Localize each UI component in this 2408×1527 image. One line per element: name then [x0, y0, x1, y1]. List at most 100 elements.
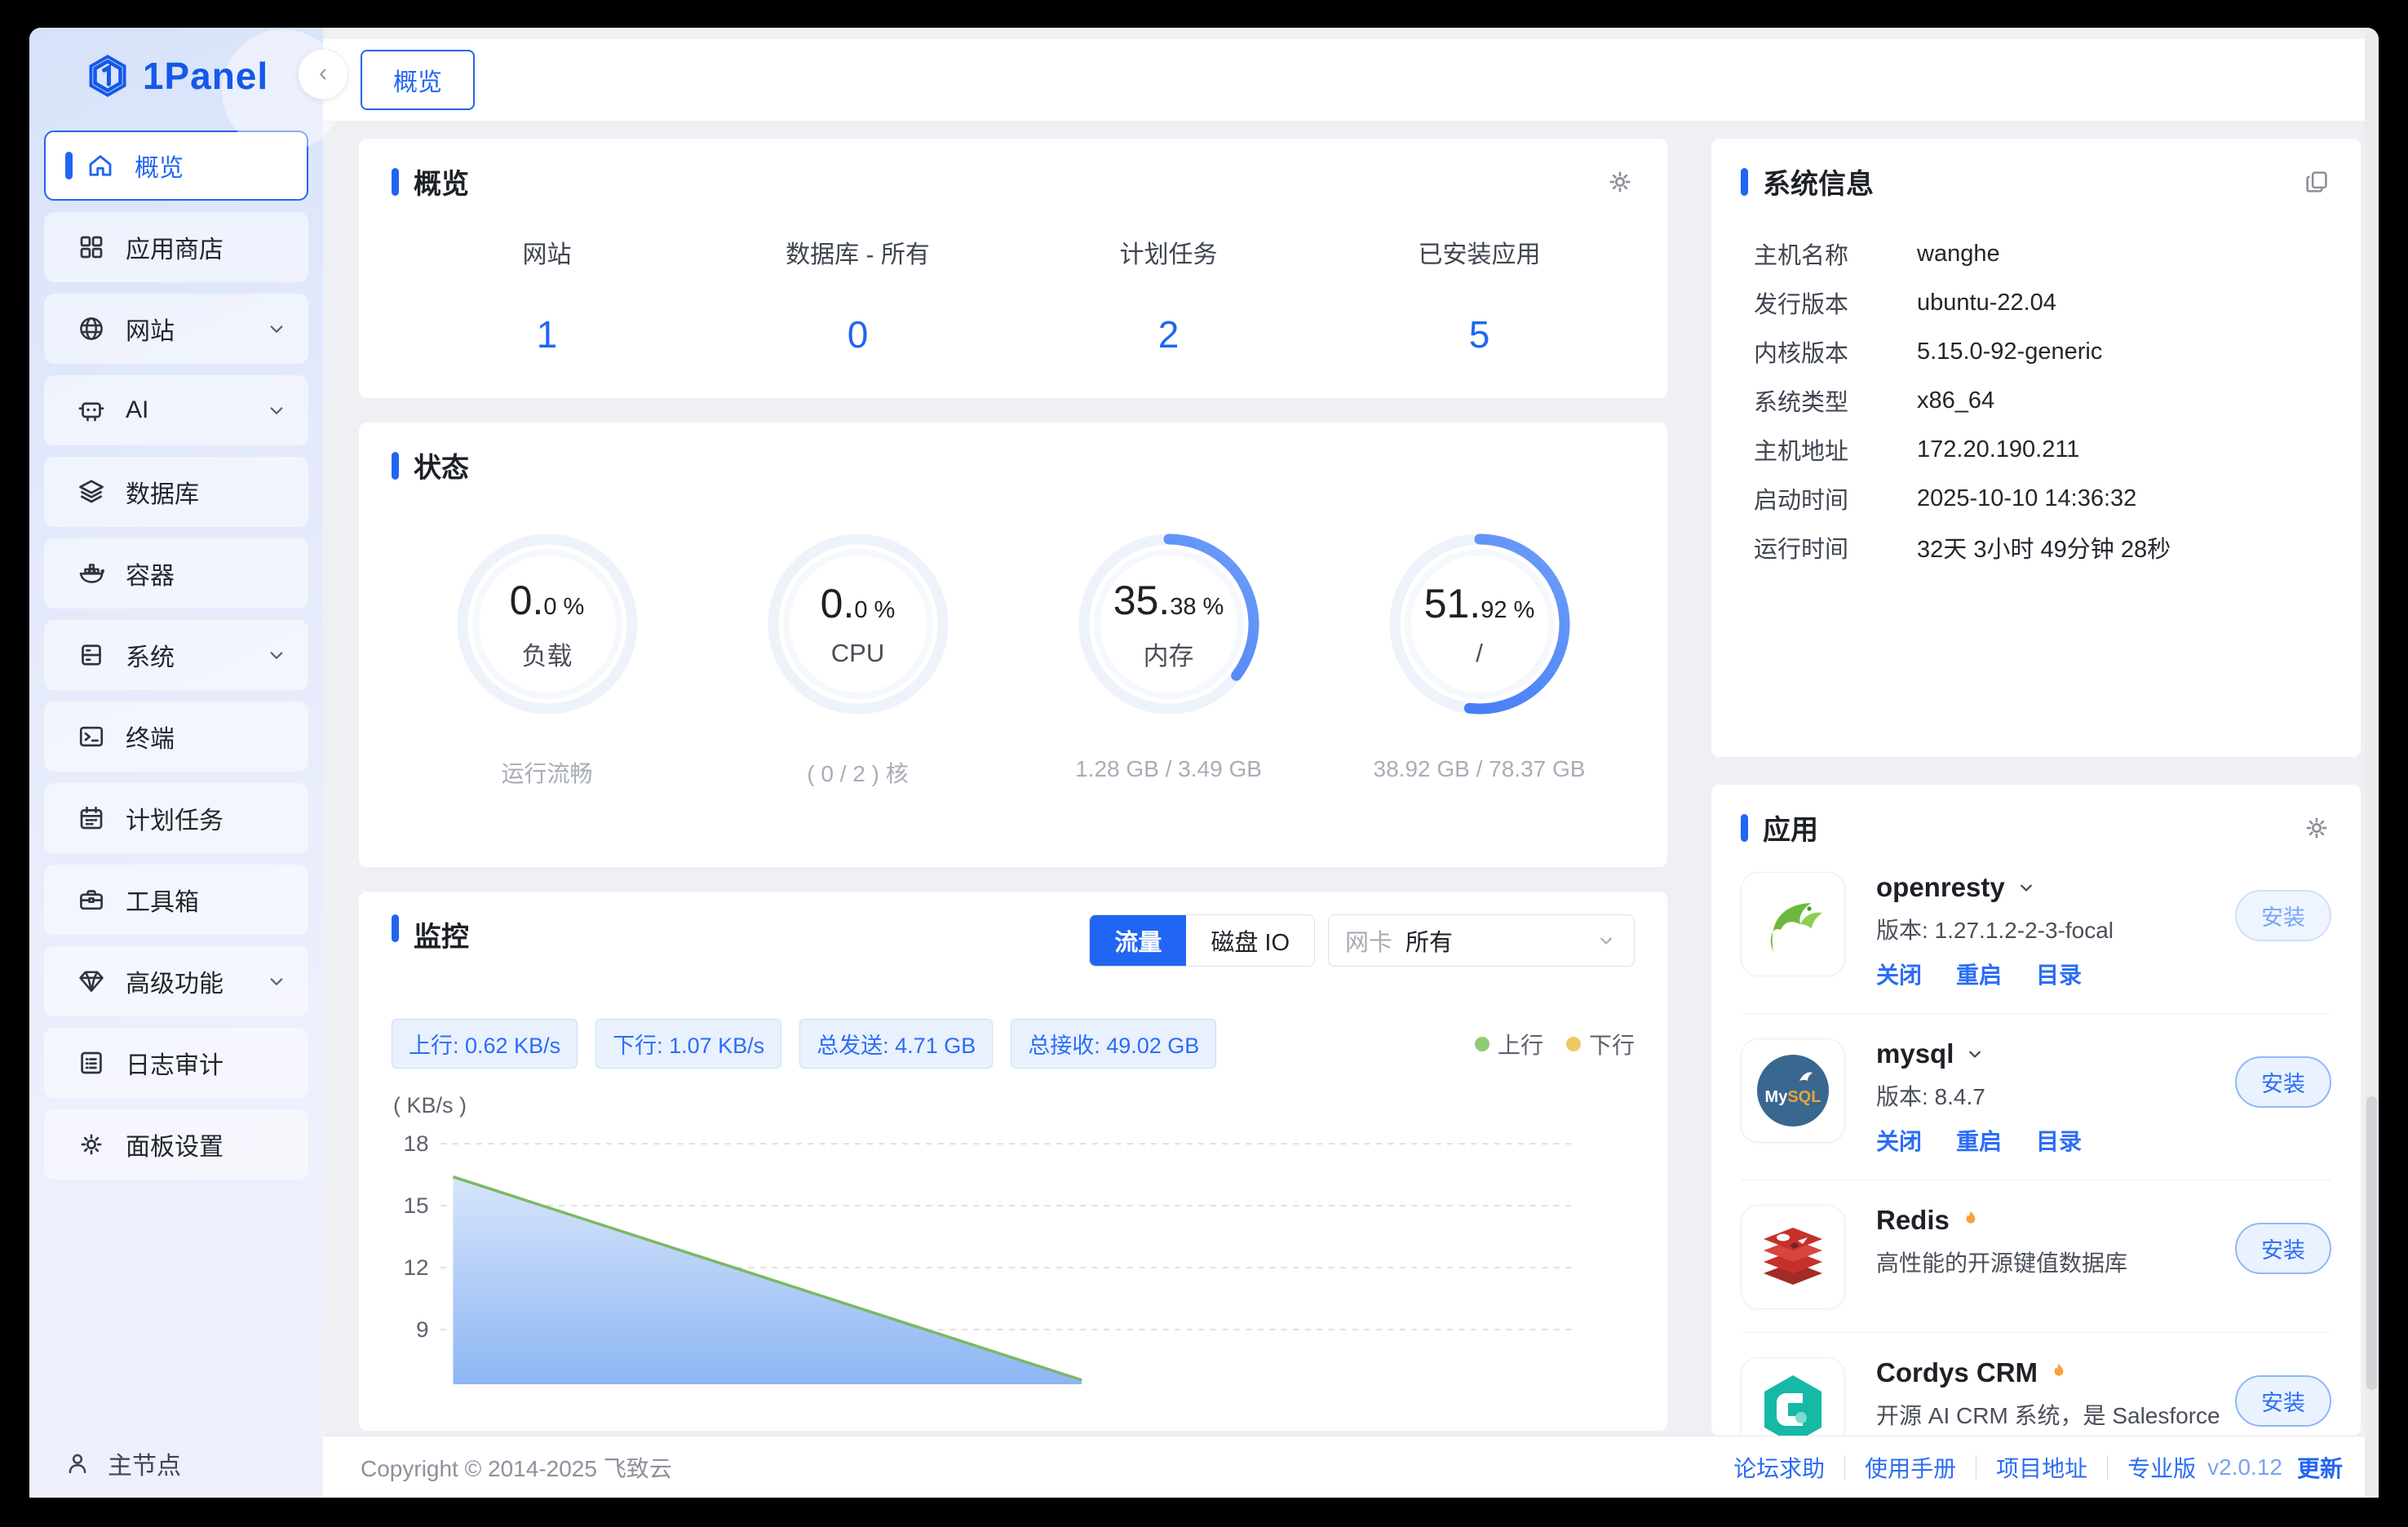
robot-icon [77, 396, 106, 425]
app-name: openresty [1876, 872, 2005, 903]
copy-icon[interactable] [2302, 167, 2331, 197]
redis-app-icon [1741, 1205, 1845, 1309]
pro-edition-link[interactable]: 专业版 [2127, 1451, 2196, 1484]
gauge-label: / [1476, 639, 1483, 668]
sidebar-item-label: 数据库 [126, 474, 199, 510]
install-button[interactable]: 安装 [2235, 1375, 2331, 1427]
stat-label: 网站 [392, 234, 702, 270]
app-row-cordys-crm: Cordys CRM 开源 AI CRM 系统，是 Salesforce CRM… [1741, 1333, 2331, 1436]
mysql-app-icon: MySQL [1741, 1038, 1845, 1143]
network-card-select[interactable]: 网卡 所有 [1328, 914, 1635, 967]
install-button[interactable]: 安装 [2235, 1056, 2331, 1108]
chevron-down-icon[interactable] [2015, 876, 2038, 899]
sidebar-item-container[interactable]: 容器 [44, 538, 308, 609]
app-description: 开源 AI CRM 系统，是 Salesforce CRM 的开源替代 [1876, 1400, 2227, 1436]
sidebar-item-system[interactable]: 系统 [44, 620, 308, 690]
gauge-caption: ( 0 / 2 ) 核 [807, 756, 908, 789]
app-actions: 关闭 重启 目录 [1876, 958, 2235, 990]
legend-up[interactable]: 上行 [1475, 1028, 1543, 1060]
sidebar-item-cronjob[interactable]: 计划任务 [44, 783, 308, 853]
stat-value[interactable]: 0 [702, 312, 1013, 356]
footer-divider [1844, 1455, 1845, 1480]
sidebar-item-label: 工具箱 [126, 882, 199, 918]
sidebar-item-website[interactable]: 网站 [44, 294, 308, 364]
install-button[interactable]: 安装 [2235, 1223, 2331, 1274]
monitor-title: 监控 [414, 914, 469, 954]
gear-icon[interactable] [2302, 813, 2331, 843]
server-icon [77, 640, 106, 670]
chevron-down-icon [264, 316, 289, 341]
app-name: Cordys CRM [1876, 1357, 2038, 1388]
app-description: 高性能的开源键值数据库 [1876, 1247, 2227, 1279]
monitor-controls: 流量 磁盘 IO 网卡 所有 [1089, 914, 1635, 967]
forum-help-link[interactable]: 论坛求助 [1733, 1451, 1825, 1484]
sidebar-collapse-button[interactable] [298, 49, 348, 100]
sidebar-item-logs[interactable]: 日志审计 [44, 1028, 308, 1098]
traffic-stats-row: 上行: 0.62 KB/s 下行: 1.07 KB/s 总发送: 4.71 GB… [392, 1019, 1635, 1069]
mysql-logo: MySQL [1751, 1048, 1835, 1133]
docker-icon [77, 559, 106, 588]
globe-icon [77, 314, 106, 343]
tab-disk-io[interactable]: 磁盘 IO [1186, 915, 1314, 966]
row-host-address: 主机地址172.20.190.211 [1741, 425, 2331, 474]
chevron-down-icon [264, 969, 289, 994]
cordys-logo [1752, 1369, 1834, 1436]
traffic-chart: ( KB/s ) 1815129 [392, 1093, 1635, 1431]
app-row-openresty: openresty 版本: 1.27.1.2-2-3-focal 关闭 重启 目… [1741, 848, 2331, 1014]
chevron-down-icon[interactable] [1963, 1042, 1986, 1065]
sidebar-item-advanced[interactable]: 高级功能 [44, 946, 308, 1016]
stat-value[interactable]: 1 [392, 312, 702, 356]
copyright-text: Copyright © 2014-2025 飞致云 [361, 1451, 672, 1484]
update-link[interactable]: 更新 [2297, 1451, 2343, 1484]
stat-value[interactable]: 2 [1013, 312, 1324, 356]
gauge-load: 0.0 % 负载 运行流畅 [392, 521, 702, 789]
home-icon [86, 151, 115, 180]
manual-link[interactable]: 使用手册 [1865, 1451, 1956, 1484]
area-chart-svg: 1815129 [392, 1130, 1635, 1384]
gauge-caption: 38.92 GB / 78.37 GB [1374, 756, 1586, 782]
sidebar-item-master-node[interactable]: 主节点 [29, 1429, 323, 1498]
sidebar-item-label: 高级功能 [126, 963, 224, 999]
sidebar-item-ai[interactable]: AI [44, 375, 308, 445]
sidebar-item-settings[interactable]: 面板设置 [44, 1109, 308, 1180]
app-stop-link[interactable]: 关闭 [1876, 958, 1922, 990]
main-area: 概览 概览 网站 1 [323, 28, 2379, 1498]
gauge-memory: 35.38 % 内存 1.28 GB / 3.49 GB [1013, 521, 1324, 789]
status-gauges: 0.0 % 负载 运行流畅 [392, 521, 1635, 789]
legend-down[interactable]: 下行 [1566, 1028, 1635, 1060]
app-stop-link[interactable]: 关闭 [1876, 1124, 1922, 1157]
sidebar-menu: 概览 应用商店 网站 AI 数据库 [29, 124, 323, 1429]
tab-overview[interactable]: 概览 [361, 50, 475, 110]
sidebar-item-appstore[interactable]: 应用商店 [44, 212, 308, 282]
app-restart-link[interactable]: 重启 [1956, 1124, 2002, 1157]
appstore-icon [77, 232, 106, 262]
sidebar-item-database[interactable]: 数据库 [44, 457, 308, 527]
scrollbar-thumb[interactable] [2366, 1096, 2377, 1390]
content-area: 概览 网站 1 数据库 - 所有 0 [323, 121, 2379, 1436]
sidebar-item-toolbox[interactable]: 工具箱 [44, 865, 308, 935]
install-button[interactable]: 安装 [2235, 890, 2331, 941]
gear-icon[interactable] [1605, 167, 1635, 197]
briefcase-icon [77, 885, 106, 914]
project-link[interactable]: 项目地址 [1996, 1451, 2087, 1484]
sidebar: 1Panel 概览 应用商店 网站 [29, 28, 323, 1498]
app-restart-link[interactable]: 重启 [1956, 958, 2002, 990]
app-row-mysql: MySQL mysql 版本: 8.4.7 关闭 [1741, 1014, 2331, 1180]
app-window: 1Panel 概览 应用商店 网站 [29, 28, 2379, 1498]
page-scrollbar[interactable] [2365, 28, 2379, 1498]
tab-traffic[interactable]: 流量 [1090, 915, 1186, 966]
status-card: 状态 [359, 423, 1667, 867]
gear-icon [77, 1130, 106, 1159]
gauge-root-disk: 51.92 % / 38.92 GB / 78.37 GB [1324, 521, 1635, 789]
row-boot-time: 启动时间2025-10-10 14:36:32 [1741, 474, 2331, 523]
app-info: mysql 版本: 8.4.7 关闭 重启 目录 [1876, 1038, 2235, 1157]
version-text: v2.0.12 [2207, 1454, 2282, 1481]
app-directory-link[interactable]: 目录 [2036, 958, 2082, 990]
sidebar-item-label: AI [126, 396, 148, 424]
monitor-tab-group: 流量 磁盘 IO [1089, 914, 1315, 967]
sidebar-item-label: 终端 [126, 719, 175, 755]
app-directory-link[interactable]: 目录 [2036, 1124, 2082, 1157]
gauge-value: 35.38 % [1113, 577, 1224, 624]
stat-value[interactable]: 5 [1324, 312, 1635, 356]
sidebar-item-terminal[interactable]: 终端 [44, 702, 308, 772]
